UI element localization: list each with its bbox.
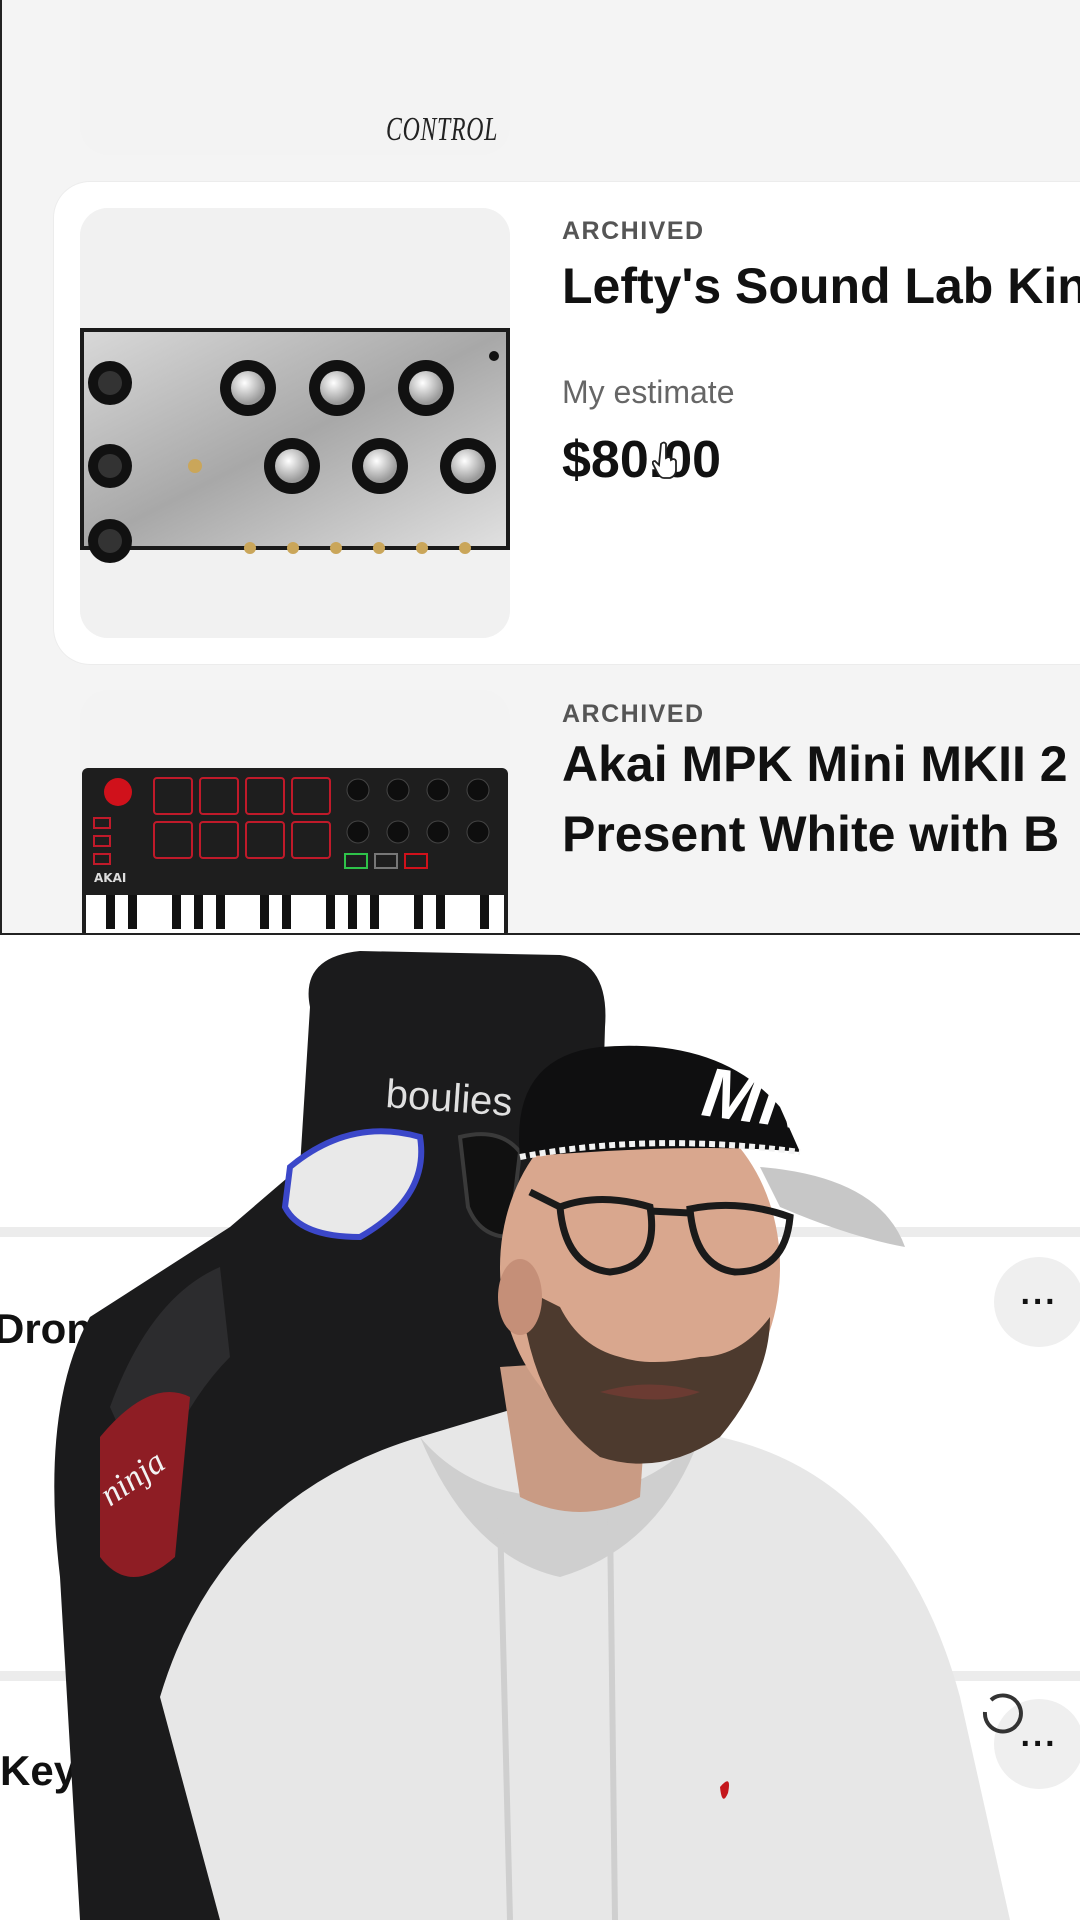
control-logo: CONTROL	[385, 111, 498, 148]
presenter-webcam-image: MN boulies ninja	[54, 951, 1023, 1920]
status-label: ARCHIVED	[562, 217, 705, 245]
hand-cursor-icon	[652, 441, 677, 479]
item-thumbnail: AKAI	[80, 690, 510, 933]
item-title-line2[interactable]: Present White with B	[562, 798, 1059, 870]
item-thumbnail: CONTROL	[80, 0, 510, 155]
item-card-control[interactable]: CONTROL	[58, 0, 1080, 160]
item-title[interactable]: Lefty's Sound Lab Kin	[562, 250, 1080, 322]
cap-logo: MN	[698, 1053, 818, 1146]
item-card-lefty[interactable]: ARCHIVED Lefty's Sound Lab Kin My estima…	[54, 182, 1080, 664]
item-title-line1[interactable]: Akai MPK Mini MKII 2	[562, 728, 1068, 800]
status-label: ARCHIVED	[562, 700, 705, 728]
chair-brand-logo: boulies	[384, 1072, 514, 1125]
svg-text:AKAI: AKAI	[94, 871, 126, 885]
app-screen: CONTROL ARCHIVED Lefty's Sound Lab Kin M…	[0, 0, 1080, 935]
item-thumbnail	[80, 208, 510, 638]
midi-keyboard-image: AKAI	[80, 690, 510, 933]
webcam-overlay-area: Drone1 2020 ··· Key ··· MN	[0, 937, 1080, 1920]
item-card-akai[interactable]: AKAI ARCHIVED Akai MPK Mini MKII 2 Prese…	[58, 690, 1080, 933]
item-price: $80.00	[562, 431, 722, 489]
synth-module-image	[80, 208, 510, 638]
estimate-label: My estimate	[562, 374, 735, 410]
